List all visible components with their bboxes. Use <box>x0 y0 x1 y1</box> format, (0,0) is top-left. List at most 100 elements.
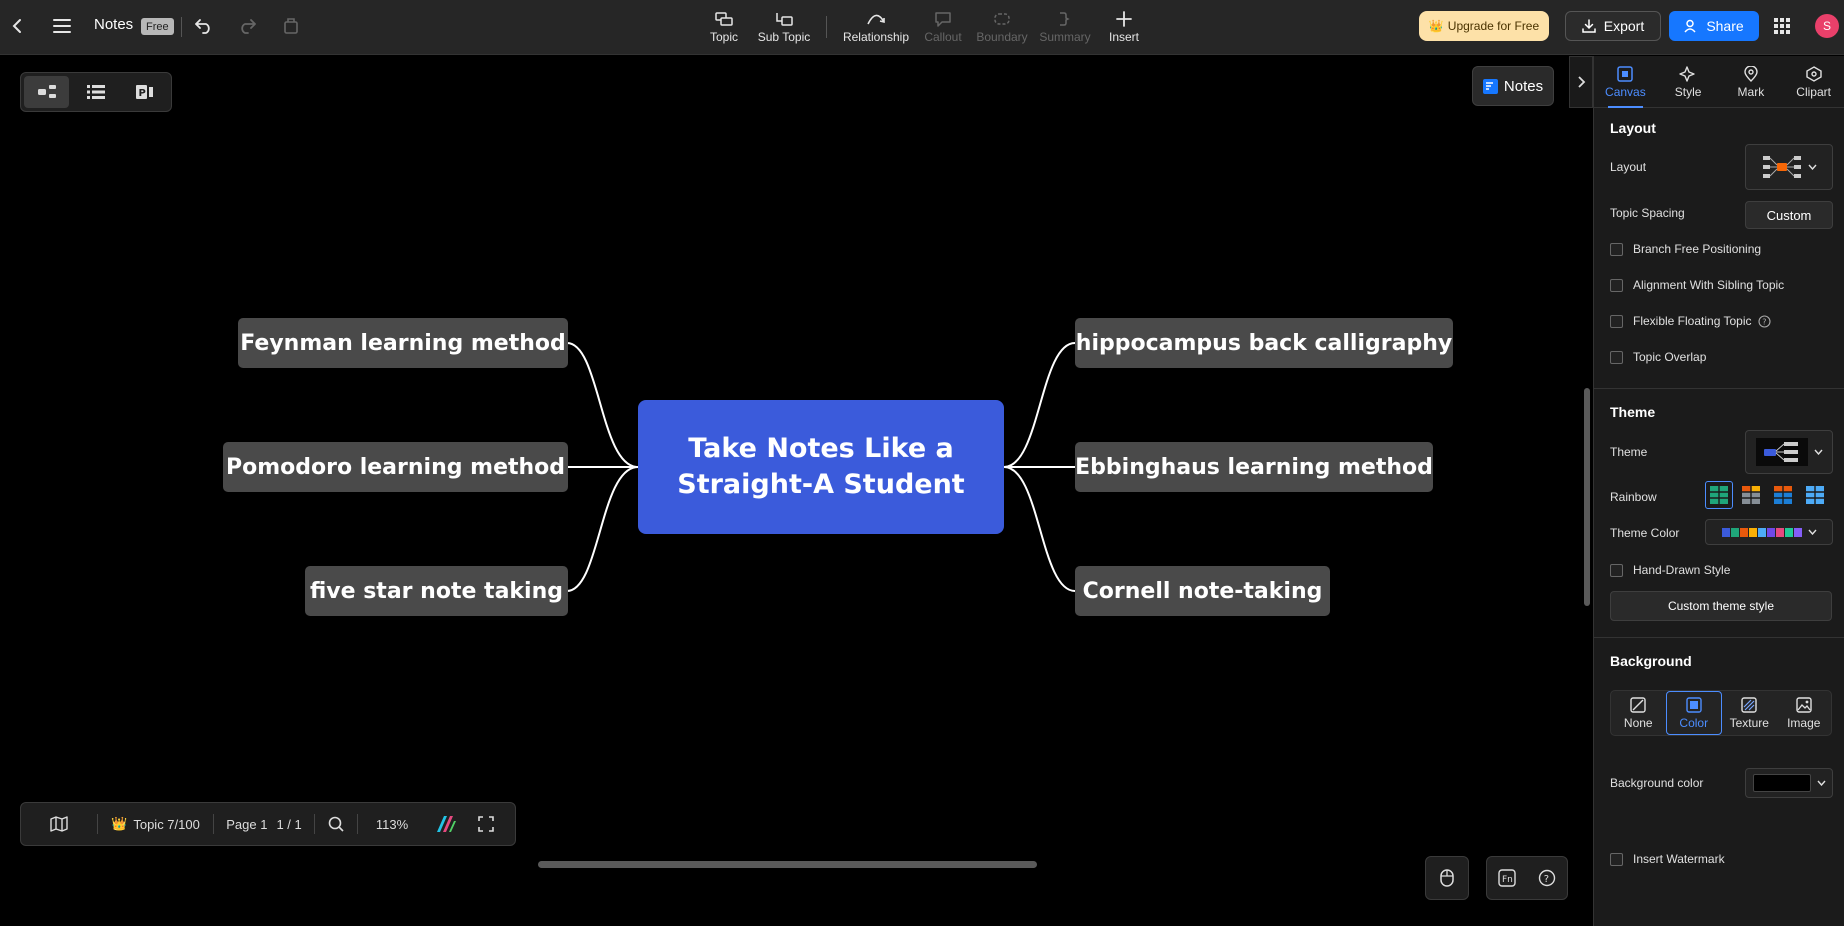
mind-map-canvas[interactable]: P Notes Feynman learning method Pomodoro… <box>0 56 1593 926</box>
layout-label: Layout <box>1610 160 1647 174</box>
panel-tabs: Canvas Style Mark Clipart <box>1594 56 1844 108</box>
checkbox[interactable] <box>1610 852 1623 866</box>
background-texture-option[interactable]: Texture <box>1722 691 1777 735</box>
topic-spacing-button[interactable]: Custom <box>1745 201 1833 229</box>
topic-node[interactable]: Cornell note-taking <box>1075 566 1330 616</box>
none-icon <box>1630 696 1646 713</box>
shortcut-icon[interactable]: Fn <box>1498 869 1516 887</box>
menu-icon[interactable] <box>48 12 76 40</box>
tool-sub-topic[interactable]: Sub Topic <box>749 8 819 50</box>
checkbox[interactable] <box>1610 314 1623 328</box>
theme-select[interactable] <box>1745 430 1833 474</box>
topic-node[interactable]: Feynman learning method <box>238 318 568 368</box>
document-title[interactable]: Notes <box>94 16 133 33</box>
checkbox-label: Branch Free Positioning <box>1633 242 1762 256</box>
option-label: Color <box>1679 715 1709 730</box>
canvas-icon <box>1617 65 1634 82</box>
sparkle-icon <box>1679 65 1695 82</box>
zoom-level[interactable]: 113% <box>358 803 426 845</box>
clipart-icon <box>1805 65 1822 82</box>
fullscreen-button[interactable] <box>466 803 506 845</box>
location-pin-icon <box>1744 65 1758 82</box>
background-image-option[interactable]: Image <box>1777 691 1832 735</box>
theme-color-swatch <box>1730 527 1739 537</box>
share-button[interactable]: Share <box>1669 11 1759 41</box>
topic-node[interactable]: five star note taking <box>305 566 568 616</box>
alignment-sibling-checkbox[interactable]: Alignment With Sibling Topic <box>1610 278 1784 292</box>
theme-label: Theme <box>1610 445 1648 459</box>
help-icon[interactable]: ? <box>1757 314 1771 328</box>
checkbox[interactable] <box>1610 242 1623 256</box>
tab-mark[interactable]: Mark <box>1720 56 1783 108</box>
tab-label: Style <box>1674 84 1702 99</box>
rainbow-option[interactable] <box>1705 481 1733 509</box>
vertical-scrollbar[interactable] <box>1584 388 1590 606</box>
theme-color-select[interactable] <box>1705 519 1833 545</box>
upgrade-label: Upgrade for Free <box>1447 19 1540 33</box>
central-topic[interactable]: Take Notes Like a Straight-A Student <box>638 400 1004 534</box>
page-label: Page 1 <box>226 816 268 832</box>
horizontal-scrollbar[interactable] <box>538 861 1037 868</box>
back-icon[interactable] <box>4 12 32 40</box>
topic-node[interactable]: Ebbinghaus learning method <box>1075 442 1433 492</box>
insert-watermark-checkbox[interactable]: Insert Watermark <box>1610 852 1725 866</box>
tool-relationship[interactable]: Relationship <box>841 8 911 50</box>
topic-overlap-checkbox[interactable]: Topic Overlap <box>1610 350 1706 364</box>
theme-color-swatch <box>1757 527 1766 537</box>
checkbox-label: Topic Overlap <box>1633 350 1707 364</box>
map-outline-button[interactable] <box>21 803 97 845</box>
topic-node[interactable]: Pomodoro learning method <box>223 442 568 492</box>
rainbow-option[interactable] <box>1801 481 1829 509</box>
search-button[interactable] <box>315 803 357 845</box>
ai-logo-icon[interactable] <box>426 803 466 845</box>
central-topic-line: Take Notes Like a <box>688 433 954 464</box>
background-color-select[interactable] <box>1745 768 1833 798</box>
upgrade-button[interactable]: 👑 Upgrade for Free <box>1419 11 1549 41</box>
layout-select[interactable] <box>1745 144 1833 190</box>
user-icon <box>1684 19 1696 33</box>
properties-panel: Canvas Style Mark Clipart Layout Layout … <box>1593 56 1844 926</box>
relationship-icon <box>866 8 886 30</box>
topic-count[interactable]: 👑 Topic 7/100 <box>98 803 213 845</box>
background-none-option[interactable]: None <box>1611 691 1666 735</box>
topic-spacing-label: Topic Spacing <box>1610 206 1685 220</box>
crown-icon: 👑 <box>111 816 128 831</box>
topic-node[interactable]: hippocampus back calligraphy <box>1075 318 1453 368</box>
background-color-option[interactable]: Color <box>1665 691 1722 735</box>
tool-label: Summary <box>1039 30 1091 44</box>
plus-icon <box>1116 8 1132 30</box>
format-painter-icon[interactable] <box>277 12 305 40</box>
export-button[interactable]: Export <box>1565 11 1661 41</box>
svg-text:?: ? <box>1544 874 1549 885</box>
rainbow-label: Rainbow <box>1610 490 1657 504</box>
tool-label: Topic <box>709 30 738 44</box>
page-indicator[interactable]: Page 1 1 / 1 <box>214 803 314 845</box>
tab-clipart[interactable]: Clipart <box>1782 56 1844 108</box>
tool-insert[interactable]: Insert <box>1089 8 1159 50</box>
tab-canvas[interactable]: Canvas <box>1594 56 1657 108</box>
custom-theme-style-button[interactable]: Custom theme style <box>1610 591 1832 621</box>
undo-icon[interactable] <box>190 12 218 40</box>
rainbow-option[interactable] <box>1769 481 1797 509</box>
tab-style[interactable]: Style <box>1657 56 1720 108</box>
top-toolbar: Notes Free Topic Sub Topic Relationship … <box>0 0 1844 55</box>
callout-icon <box>934 8 952 30</box>
mouse-mode-button[interactable] <box>1425 856 1469 900</box>
hand-drawn-checkbox[interactable]: Hand-Drawn Style <box>1610 563 1730 577</box>
checkbox[interactable] <box>1610 350 1623 364</box>
avatar[interactable]: S <box>1815 14 1839 38</box>
checkbox[interactable] <box>1610 563 1623 577</box>
rainbow-option[interactable] <box>1737 481 1765 509</box>
tool-boundary[interactable]: Boundary <box>967 8 1037 50</box>
theme-color-swatch <box>1739 527 1748 537</box>
chevron-down-icon <box>1813 449 1823 455</box>
flexible-floating-checkbox[interactable]: Flexible Floating Topic ? <box>1610 314 1771 328</box>
apps-grid-icon[interactable] <box>1769 13 1795 39</box>
rainbow-options <box>1705 481 1829 509</box>
branch-free-positioning-checkbox[interactable]: Branch Free Positioning <box>1610 242 1761 256</box>
redo-icon[interactable] <box>233 12 261 40</box>
tool-label: Callout <box>924 30 962 44</box>
checkbox[interactable] <box>1610 278 1623 292</box>
theme-color-swatch <box>1784 527 1793 537</box>
help-icon[interactable]: ? <box>1538 869 1556 887</box>
